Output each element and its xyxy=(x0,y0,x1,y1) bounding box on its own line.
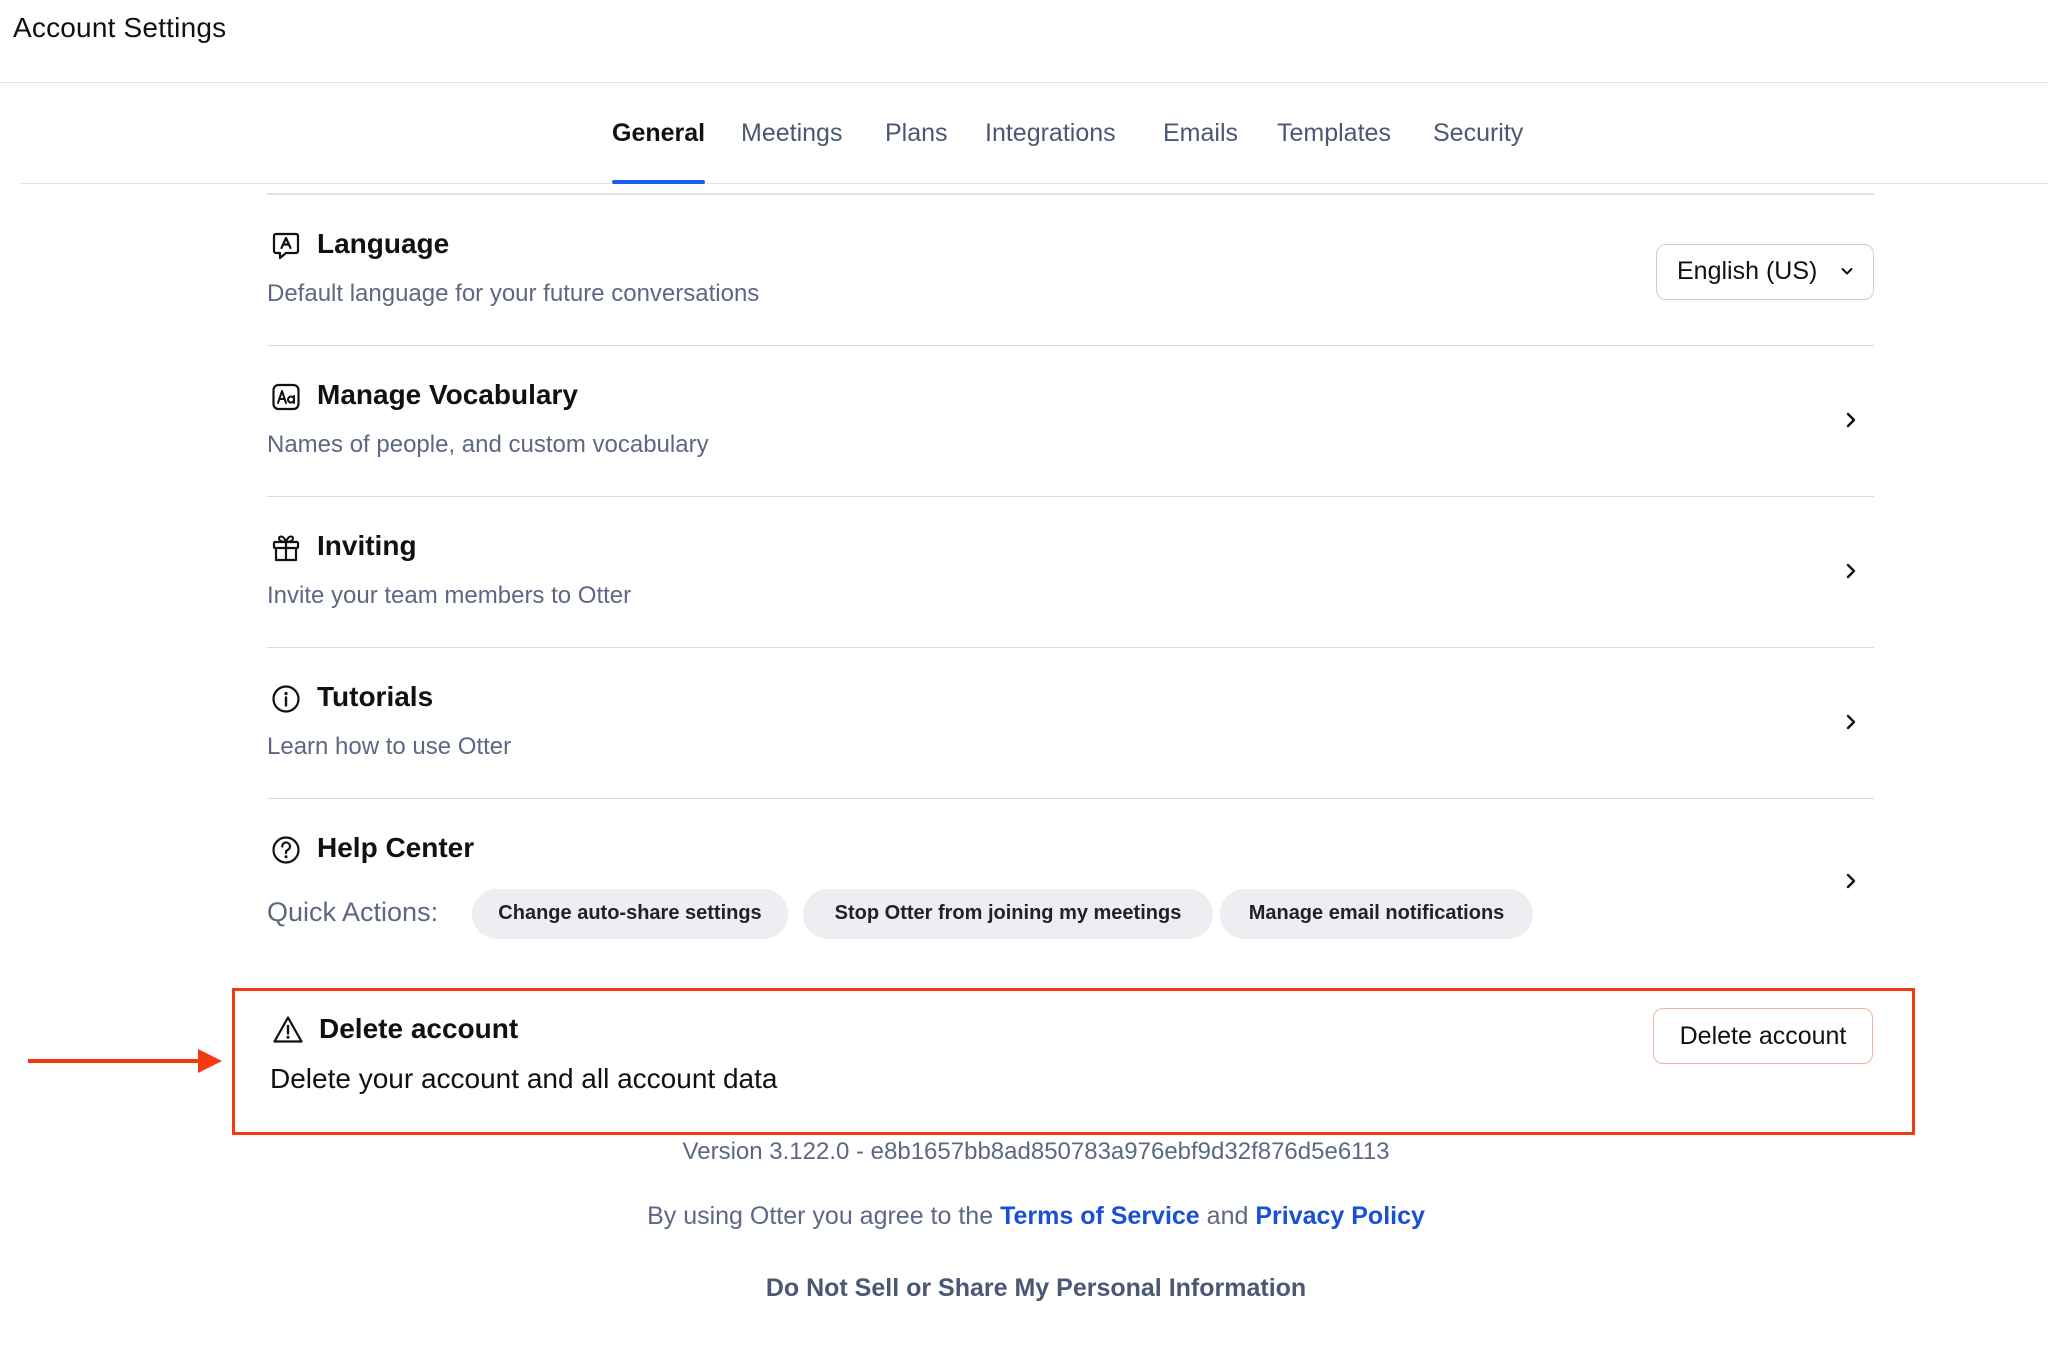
agreement-prefix: By using Otter you agree to the xyxy=(647,1202,994,1230)
quick-action-email-notifications[interactable]: Manage email notifications xyxy=(1220,888,1533,939)
settings-tabs: General Meetings Plans Integrations Emai… xyxy=(20,83,2048,184)
terms-of-service-link[interactable]: Terms of Service xyxy=(1000,1202,1200,1230)
version-text: Version 3.122.0 - e8b1657bb8ad850783a976… xyxy=(682,1138,1390,1165)
do-not-sell-link[interactable]: Do Not Sell or Share My Personal Informa… xyxy=(0,1274,2048,1303)
language-select[interactable]: English (US) xyxy=(1656,243,1874,300)
tab-templates[interactable]: Templates xyxy=(1277,119,1391,148)
inviting-row[interactable]: Inviting Invite your team members to Ott… xyxy=(267,497,1874,648)
arrow-annotation xyxy=(28,1049,222,1073)
delete-account-row: Delete account Delete your account and a… xyxy=(232,988,1915,1135)
settings-list: Language Default language for your futur… xyxy=(267,193,1874,947)
language-description: Default language for your future convers… xyxy=(267,279,760,307)
help-center-title: Help Center xyxy=(317,831,475,863)
active-tab-indicator xyxy=(612,180,705,184)
warning-icon xyxy=(273,1016,303,1043)
page-title: Account Settings xyxy=(13,12,227,43)
help-center-row: Help Center Quick Actions: Change auto-s… xyxy=(267,799,1874,947)
tab-meetings[interactable]: Meetings xyxy=(741,119,842,148)
page-header: Account Settings xyxy=(0,0,2048,83)
privacy-policy-link[interactable]: Privacy Policy xyxy=(1255,1202,1425,1230)
language-title: Language xyxy=(317,227,450,259)
inviting-description: Invite your team members to Otter xyxy=(267,581,632,609)
help-icon xyxy=(272,835,300,864)
tab-security[interactable]: Security xyxy=(1433,119,1523,148)
language-selected-value: English (US) xyxy=(1677,257,1818,285)
agreement-and: and xyxy=(1206,1202,1249,1230)
tab-general[interactable]: General xyxy=(612,119,705,148)
tab-integrations[interactable]: Integrations xyxy=(985,119,1116,148)
inviting-title: Inviting xyxy=(317,529,417,561)
chevron-down-icon xyxy=(1841,267,1853,274)
quick-action-auto-share[interactable]: Change auto-share settings xyxy=(472,888,788,939)
vocabulary-row[interactable]: Manage Vocabulary Names of people, and c… xyxy=(267,346,1874,497)
language-icon xyxy=(272,232,300,259)
language-row: Language Default language for your futur… xyxy=(267,195,1874,346)
vocabulary-icon xyxy=(272,383,300,410)
quick-action-stop-joining[interactable]: Stop Otter from joining my meetings xyxy=(803,888,1213,939)
tutorials-row[interactable]: Tutorials Learn how to use Otter xyxy=(267,648,1874,799)
quick-actions-label: Quick Actions: xyxy=(267,896,439,927)
chevron-right-icon[interactable] xyxy=(1840,557,1862,585)
tab-plans[interactable]: Plans xyxy=(885,119,948,148)
gift-icon xyxy=(272,534,300,561)
tutorials-title: Tutorials xyxy=(317,680,434,712)
agreement-text: By using Otter you agree to the Terms of… xyxy=(0,1202,2048,1231)
tab-emails[interactable]: Emails xyxy=(1163,119,1238,148)
vocabulary-description: Names of people, and custom vocabulary xyxy=(267,430,709,458)
delete-account-button[interactable]: Delete account xyxy=(1653,1008,1873,1064)
chevron-right-icon[interactable] xyxy=(1840,708,1862,736)
chevron-right-icon[interactable] xyxy=(1840,867,1862,895)
delete-account-description: Delete your account and all account data xyxy=(270,1063,778,1094)
vocabulary-title: Manage Vocabulary xyxy=(317,378,578,410)
info-icon xyxy=(272,684,300,713)
tutorials-description: Learn how to use Otter xyxy=(267,732,512,760)
chevron-right-icon[interactable] xyxy=(1840,406,1862,434)
delete-account-title: Delete account xyxy=(319,1013,519,1044)
